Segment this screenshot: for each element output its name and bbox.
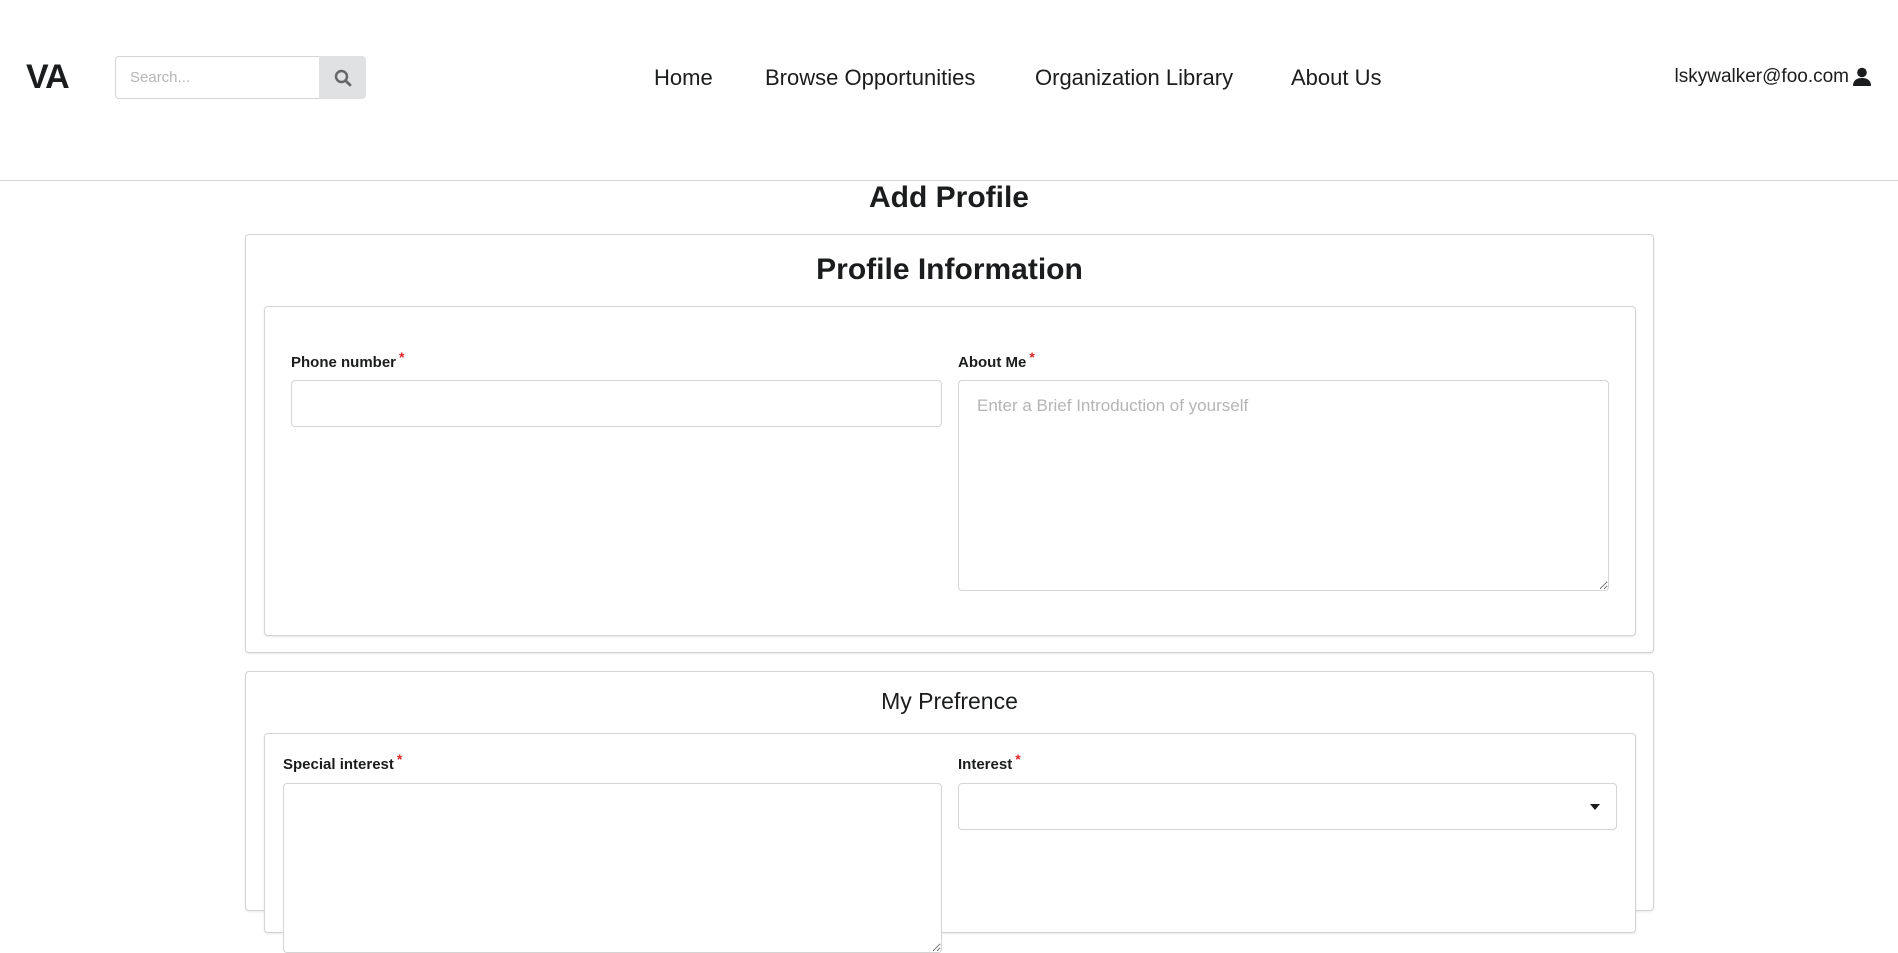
special-interest-label: Special interest * xyxy=(283,751,403,775)
phone-number-label: Phone number * xyxy=(291,349,405,373)
required-marker: * xyxy=(1029,349,1035,365)
about-me-textarea[interactable] xyxy=(958,380,1609,591)
special-interest-label-text: Special interest xyxy=(283,756,394,773)
required-marker: * xyxy=(396,751,403,767)
nav-home[interactable]: Home xyxy=(654,58,713,98)
caret-down-icon xyxy=(1590,804,1600,810)
user-icon xyxy=(1853,67,1871,86)
interest-label-text: Interest xyxy=(958,756,1013,773)
user-menu[interactable]: lskywalker@foo.com xyxy=(1675,62,1873,92)
nav-organization-library[interactable]: Organization Library xyxy=(1035,58,1233,98)
phone-number-input[interactable] xyxy=(291,380,942,427)
nav-about-us[interactable]: About Us xyxy=(1291,58,1382,98)
main-nav: Home Browse Opportunities Organization L… xyxy=(0,58,1898,98)
section-title-preference: My Prefrence xyxy=(881,688,1018,714)
interest-label: Interest * xyxy=(958,751,1021,775)
preference-section: My Prefrence Special interest * Interest * xyxy=(245,671,1654,953)
about-me-label: About Me * xyxy=(958,349,1035,373)
page-title: Add Profile xyxy=(868,181,1029,214)
interest-dropdown[interactable] xyxy=(958,783,1617,830)
about-me-label-text: About Me xyxy=(958,354,1027,371)
profile-information-section: Profile Information Phone number * About … xyxy=(245,234,1654,653)
nav-browse-opportunities[interactable]: Browse Opportunities xyxy=(765,58,975,98)
top-navbar: VA Home Browse Opportunities Organizatio… xyxy=(0,0,1898,181)
special-interest-textarea[interactable] xyxy=(283,783,942,953)
phone-number-label-text: Phone number xyxy=(291,354,397,371)
required-marker: * xyxy=(399,349,405,365)
profile-form: Phone number * About Me * xyxy=(264,306,1636,636)
required-marker: * xyxy=(1015,751,1021,767)
user-email: lskywalker@foo.com xyxy=(1674,66,1850,87)
section-title-profile-information: Profile Information xyxy=(816,253,1083,286)
preference-form: Special interest * Interest * xyxy=(264,733,1636,953)
